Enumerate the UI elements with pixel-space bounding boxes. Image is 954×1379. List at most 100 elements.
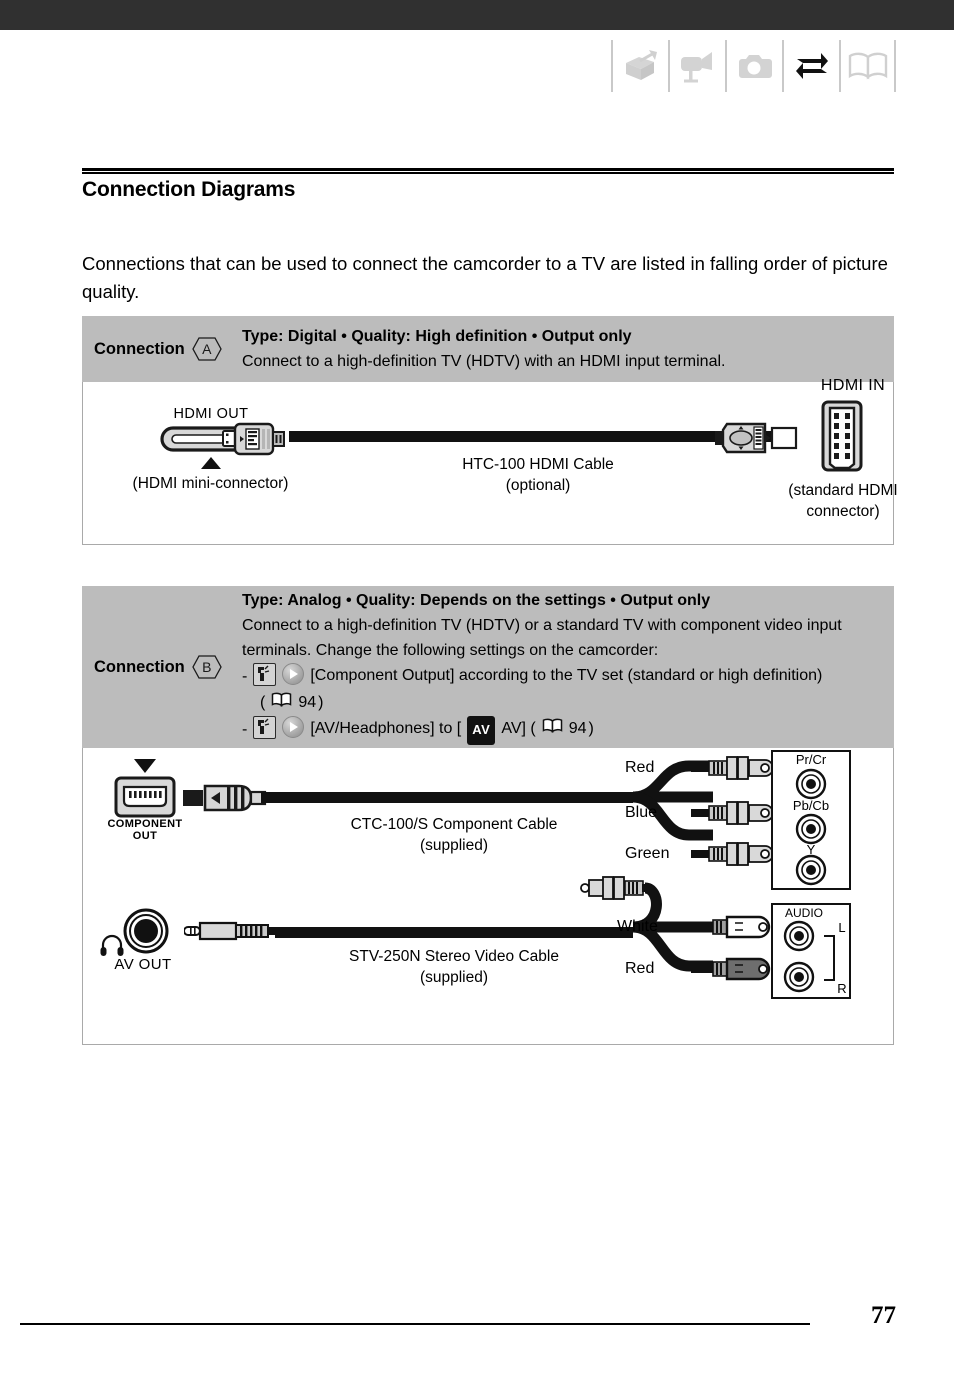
connection-a-label: Connection xyxy=(94,339,185,358)
connection-a-label-group: Connection A xyxy=(82,336,242,362)
ref-close-paren: ) xyxy=(588,720,594,737)
audio-group-label: AUDIO xyxy=(784,906,823,920)
arrow-circle-icon xyxy=(282,663,305,685)
connection-b-spec: Type: Analog • Quality: Depends on the s… xyxy=(242,592,711,609)
hdmi-cable-note: (optional) xyxy=(505,477,571,494)
footer-divider xyxy=(20,1323,810,1325)
connection-panel-a: Connection A Type: Digital • Quality: Hi… xyxy=(82,316,898,545)
rca-plug-green xyxy=(691,841,777,872)
connection-b-header: Connection B Type: Analog • Quality: Dep… xyxy=(82,586,894,748)
connection-a-diagram: HDMI OUT (HDMI mini-connector) HTC-100 H… xyxy=(82,377,898,545)
chapter-tab-introduction[interactable] xyxy=(611,40,668,92)
title-divider xyxy=(82,168,894,174)
chapter-tab-additional-information[interactable] xyxy=(839,40,896,92)
audio-wire-label-white: White xyxy=(617,918,658,935)
wrench-icon xyxy=(253,663,277,686)
ref-open-paren: ( xyxy=(260,694,266,711)
bullet-dash: - xyxy=(242,668,248,685)
component-jack-label-pb-cb: Pb/Cb xyxy=(792,798,830,813)
av-out-jack-icon xyxy=(123,908,169,959)
page-title: Connection Diagrams xyxy=(82,178,296,201)
connection-b-diagram: COMPONENT OUT CTC-100/S Component Cable … xyxy=(82,748,894,1045)
component-wire-label-red: Red xyxy=(625,759,655,776)
ref-close-paren: ) xyxy=(318,694,324,711)
hdmi-in-port-label: HDMI IN xyxy=(820,377,886,394)
av-cable-note: (supplied) xyxy=(419,969,489,986)
connection-b-detail-line2: terminals. Change the following settings… xyxy=(242,642,659,659)
connection-a-detail: Connect to a high-definition TV (HDTV) w… xyxy=(242,352,726,370)
component-jack-y xyxy=(795,854,827,891)
connection-b-description: Type: Analog • Quality: Depends on the s… xyxy=(242,589,894,745)
connection-a-description: Type: Digital • Quality: High definition… xyxy=(242,325,894,374)
component-out-port-icon xyxy=(114,776,176,823)
component-wire-label-green: Green xyxy=(625,845,670,862)
rca-plug-yellow-video xyxy=(580,875,654,906)
component-wire-label-blue: Blue xyxy=(625,804,658,821)
chapter-tab-external-connections[interactable] xyxy=(782,40,839,92)
chapter-icon-strip xyxy=(611,40,896,92)
setting-bullet-component-output: - [Component Output] according to the TV… xyxy=(242,663,880,690)
hdmi-cable-line xyxy=(289,431,785,442)
av-cable-name: STV-250N Stereo Video Cable xyxy=(349,948,559,965)
hdmi-cable-name: HTC-100 HDMI Cable xyxy=(462,456,614,473)
connection-b-label: Connection xyxy=(94,657,185,676)
book-icon xyxy=(542,716,563,734)
hdmi-in-caption-line2: connector) xyxy=(806,503,880,520)
av-headphones-text-after: AV] ( xyxy=(501,720,536,737)
manual-page: Connection Diagrams Connections that can… xyxy=(0,0,954,1379)
wrench-icon xyxy=(253,716,277,739)
audio-jack-label-left: L xyxy=(838,920,846,935)
component-cable-name: CTC-100/S Component Cable xyxy=(350,816,558,833)
photo-camera-icon xyxy=(736,51,774,81)
connection-a-spec: Type: Digital • Quality: High definition… xyxy=(242,327,632,345)
camcorder-icon xyxy=(678,49,718,83)
open-book-icon xyxy=(847,51,889,81)
av-headphones-text-before: [AV/Headphones] to [ xyxy=(310,720,462,737)
book-icon xyxy=(271,690,292,708)
av-out-port-label: AV OUT xyxy=(114,956,172,973)
hdmi-in-caption-line1: (standard HDMI xyxy=(788,482,898,499)
ref-page-number: 94 xyxy=(568,720,587,737)
hdmi-mini-connector-caption: (HDMI mini-connector) xyxy=(132,475,289,492)
component-out-label-line1: COMPONENT xyxy=(107,818,183,830)
chapter-tab-video[interactable] xyxy=(668,40,725,92)
connection-b-label-group: Connection B xyxy=(82,654,242,680)
ref-page-number: 94 xyxy=(298,694,317,711)
rca-plug-white-audio xyxy=(691,914,777,945)
av-status-badge: AV xyxy=(467,716,496,745)
connection-panel-b: Connection B Type: Analog • Quality: Dep… xyxy=(82,586,894,1045)
component-out-label-line2: OUT xyxy=(132,830,158,842)
intro-paragraph: Connections that can be used to connect … xyxy=(82,253,888,302)
exchange-arrows-icon xyxy=(795,49,829,83)
audio-jack-bracket xyxy=(823,934,839,987)
hdmi-mini-plug-icon xyxy=(222,420,292,463)
component-cable-note: (supplied) xyxy=(419,837,489,854)
hdmi-standard-plug-icon xyxy=(715,418,799,463)
component-cable-trunk xyxy=(261,792,633,803)
rca-plug-red-audio xyxy=(691,956,777,987)
component-jack-label-pr-cr: Pr/Cr xyxy=(795,752,827,767)
page-number: 77 xyxy=(871,1302,896,1329)
connection-b-badge: B xyxy=(192,654,222,680)
rca-plug-blue xyxy=(691,800,777,831)
connection-a-badge: A xyxy=(192,336,222,362)
bullet-dash: - xyxy=(242,721,248,738)
audio-wire-label-red: Red xyxy=(625,960,655,977)
chapter-tab-photos[interactable] xyxy=(725,40,782,92)
av-cable-trunk xyxy=(275,927,633,938)
page-reference-component-output: ( 94 ) xyxy=(242,690,880,716)
setting-bullet-av-headphones: - [AV/Headphones] to [ AV AV] (94) xyxy=(242,716,880,745)
top-black-bar xyxy=(0,0,954,30)
connection-a-header: Connection A Type: Digital • Quality: Hi… xyxy=(82,316,894,382)
hdmi-out-orientation-triangle xyxy=(201,456,221,474)
unpacking-box-icon xyxy=(622,49,660,83)
setting-bullet-component-output-text: [Component Output] according to the TV s… xyxy=(310,667,823,684)
stereo-mini-plug-icon xyxy=(183,919,280,948)
arrow-circle-icon xyxy=(282,716,305,738)
audio-jack-right xyxy=(783,961,815,998)
connection-b-detail-line1: Connect to a high-definition TV (HDTV) o… xyxy=(242,617,842,634)
rca-plug-red xyxy=(691,755,777,786)
hdmi-in-jack-icon xyxy=(821,400,863,477)
audio-jack-left xyxy=(783,920,815,957)
audio-jack-label-right: R xyxy=(837,981,847,996)
